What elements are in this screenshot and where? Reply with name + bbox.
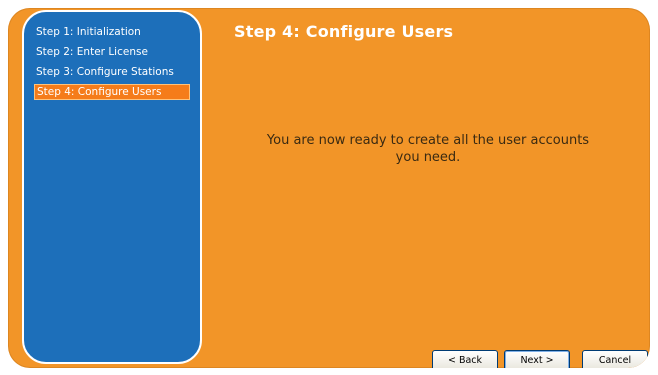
instruction-message: You are now ready to create all the user…: [266, 133, 590, 165]
step-item-configure-users: Step 4: Configure Users: [34, 84, 190, 100]
back-button[interactable]: < Back: [432, 350, 498, 368]
wizard-window: Step 1: Initialization Step 2: Enter Lic…: [8, 8, 650, 368]
wizard-button-row: < Back Next > Cancel: [8, 350, 650, 368]
page-title: Step 4: Configure Users: [234, 22, 454, 41]
cancel-button[interactable]: Cancel: [582, 350, 648, 368]
next-button[interactable]: Next >: [504, 350, 570, 368]
step-list: Step 1: Initialization Step 2: Enter Lic…: [34, 24, 190, 104]
step-item-enter-license: Step 2: Enter License: [36, 46, 148, 58]
step-item-initialization: Step 1: Initialization: [36, 26, 141, 38]
step-item-configure-stations: Step 3: Configure Stations: [36, 66, 174, 78]
step-sidebar: Step 1: Initialization Step 2: Enter Lic…: [22, 10, 202, 364]
